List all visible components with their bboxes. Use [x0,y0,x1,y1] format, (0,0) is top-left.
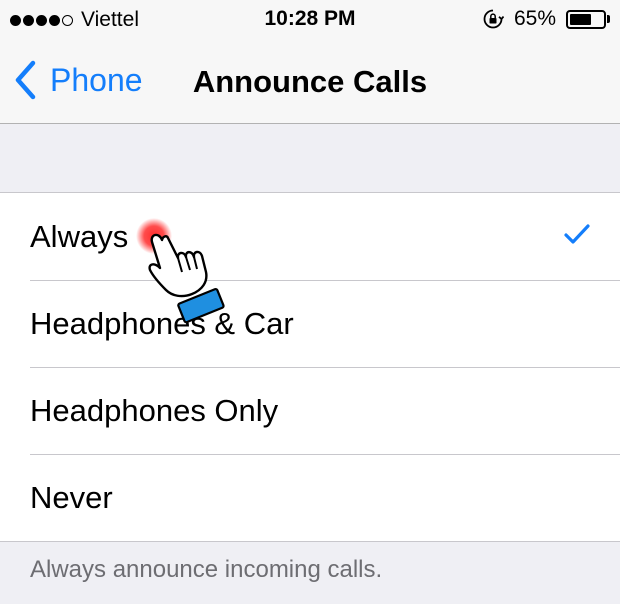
checkmark-icon [564,224,590,244]
option-headphones-and-car[interactable]: Headphones & Car [0,280,620,367]
option-label: Headphones Only [30,392,279,428]
battery-fill [570,13,591,25]
option-always[interactable]: Always [0,193,620,280]
options-list: Always Headphones & Car Headphones Only … [0,192,620,542]
option-headphones-only[interactable]: Headphones Only [0,367,620,454]
option-label: Always [30,218,129,254]
battery-icon [566,9,610,29]
page-title: Announce Calls [0,64,620,100]
status-right: 65% [482,7,610,31]
option-label: Never [30,479,113,515]
option-never[interactable]: Never [0,454,620,541]
option-label: Headphones & Car [30,305,294,341]
battery-percent: 65% [513,7,556,30]
page-title-text: Announce Calls [192,64,428,99]
status-bar: Viettel 10:28 PM 65% [0,0,620,40]
footer-description: Always announce incoming calls. [30,556,383,583]
navigation-bar: Phone Announce Calls [0,40,620,124]
rotation-lock-icon [483,9,504,29]
